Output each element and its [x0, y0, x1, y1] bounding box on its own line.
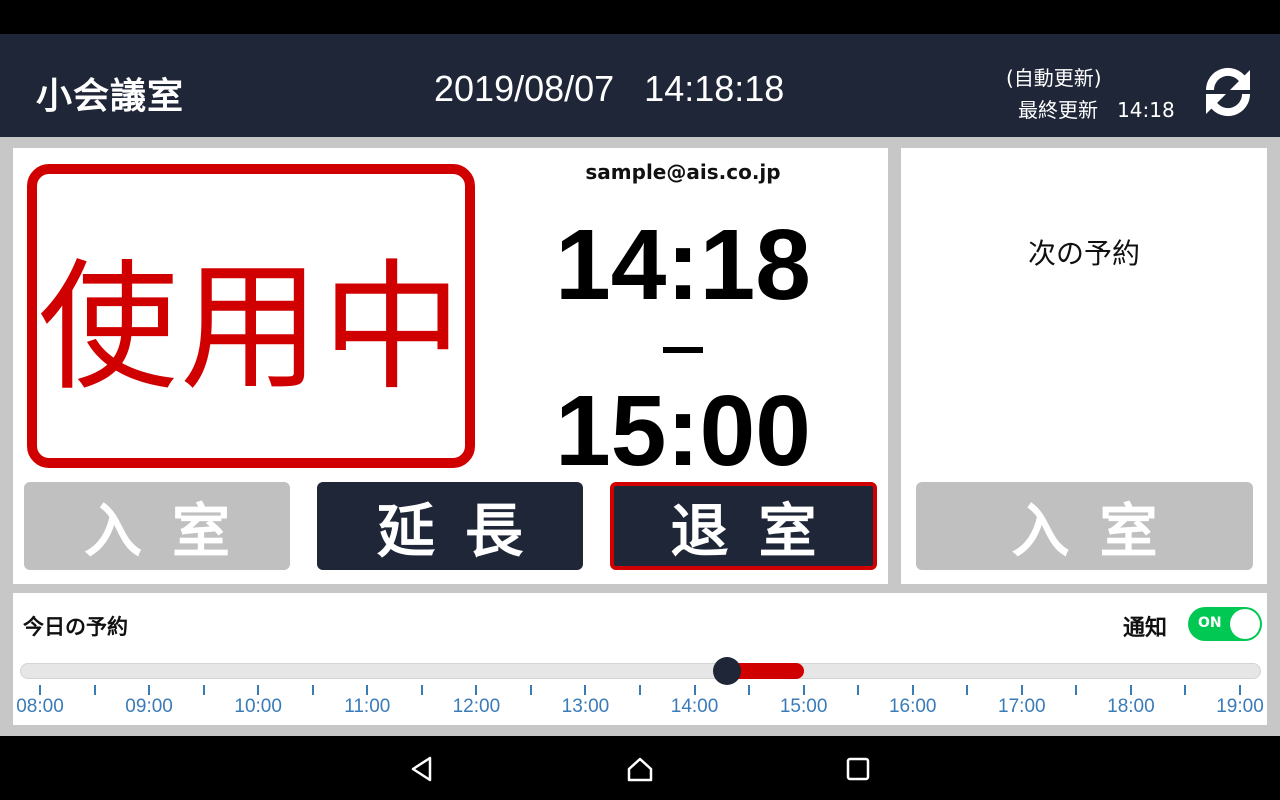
- timeline-tick: [802, 685, 805, 695]
- timeline-tick: [1020, 685, 1023, 695]
- extend-button[interactable]: 延長: [317, 482, 583, 570]
- timeline-hour-label: 16:00: [888, 696, 937, 717]
- refresh-icon: [1205, 67, 1251, 117]
- nav-home-button[interactable]: [625, 754, 655, 784]
- home-icon: [627, 757, 653, 782]
- today-timeline-card: 今日の予約 通知 ON 08:00 09:00 10:00 11:00 12:00 13:…: [13, 593, 1267, 725]
- android-nav-bar: [0, 736, 1280, 800]
- next-enter-button[interactable]: 入室: [916, 482, 1253, 570]
- timeline-tick: [857, 685, 860, 695]
- current-reservation-card: 使用中 sample@ais.co.jp 14:18 15:00 入室 延長 退…: [13, 148, 888, 584]
- timeline-tick: [475, 685, 478, 695]
- timeline-hour-label: 17:00: [998, 696, 1046, 717]
- timeline-track: [20, 663, 1261, 679]
- timeline-tick: [202, 685, 205, 695]
- exit-button[interactable]: 退室: [610, 482, 877, 570]
- notify-label: 通知: [1123, 616, 1168, 641]
- enter-button[interactable]: 入室: [24, 482, 290, 570]
- timeline-tick: [1239, 685, 1241, 695]
- organizer-email: sample@ais.co.jp: [585, 160, 781, 184]
- timeline-tick: [693, 685, 696, 695]
- next-reservation-card: 次の予約 入室: [901, 148, 1267, 584]
- nav-recents-button[interactable]: [843, 754, 873, 784]
- room-name: 小会議室: [36, 76, 185, 117]
- timeline-hour-label: 18:00: [1107, 696, 1155, 717]
- timeline-tick: [639, 685, 641, 695]
- timeline-tick: [1129, 685, 1132, 695]
- end-time: 15:00: [555, 375, 811, 487]
- notify-toggle-state: ON: [1198, 615, 1222, 631]
- toggle-knob: [1230, 609, 1260, 639]
- auto-update-label: (自動更新): [1006, 66, 1102, 90]
- timeline-hour-label: 13:00: [561, 696, 610, 717]
- status-bar: [0, 0, 1280, 34]
- status-box: 使用中: [27, 164, 475, 468]
- timeline-tick: [148, 685, 151, 695]
- current-time-marker[interactable]: [713, 657, 742, 685]
- recents-square-icon: [846, 757, 870, 781]
- timeline-hour-label: 08:00: [16, 696, 64, 717]
- timeline-tick: [311, 685, 314, 695]
- start-time: 14:18: [555, 209, 811, 321]
- timeline-hour-label: 11:00: [344, 696, 391, 717]
- timeline-hour-label: 10:00: [234, 696, 282, 717]
- refresh-button[interactable]: [1200, 64, 1256, 120]
- status-text: 使用中: [37, 247, 464, 410]
- timeline-hour-label: 14:00: [670, 696, 719, 717]
- timeline-hour-label: 09:00: [125, 696, 173, 717]
- timeline-tick: [584, 685, 587, 695]
- current-datetime: 2019/08/07 14:18:18: [434, 68, 785, 109]
- header: 小会議室 2019/08/07 14:18:18 (自動更新) 最終更新 14:…: [0, 34, 1280, 137]
- next-reservation-title: 次の予約: [1027, 237, 1140, 270]
- time-separator: [663, 347, 703, 353]
- timeline-tick: [420, 685, 423, 695]
- last-update-label: 最終更新 14:18: [1018, 98, 1175, 122]
- timeline-tick: [39, 685, 41, 695]
- timeline-tick: [966, 685, 969, 695]
- timeline-tick: [911, 685, 914, 695]
- timeline-tick: [257, 685, 260, 695]
- timeline-hour-label: 19:00: [1216, 696, 1264, 717]
- timeline-tick: [1184, 685, 1187, 695]
- notify-toggle[interactable]: ON: [1188, 607, 1262, 641]
- timeline-hour-label: 12:00: [452, 696, 501, 717]
- timeline-tick: [1075, 685, 1078, 695]
- timeline-tick: [529, 685, 532, 695]
- timeline-tick: [366, 685, 369, 695]
- nav-back-button[interactable]: [408, 754, 438, 784]
- timeline-tick: [93, 685, 96, 695]
- back-triangle-icon: [411, 756, 432, 782]
- today-reservations-title: 今日の予約: [23, 615, 128, 639]
- timeline-tick: [748, 685, 751, 695]
- timeline-hour-label: 15:00: [779, 696, 828, 717]
